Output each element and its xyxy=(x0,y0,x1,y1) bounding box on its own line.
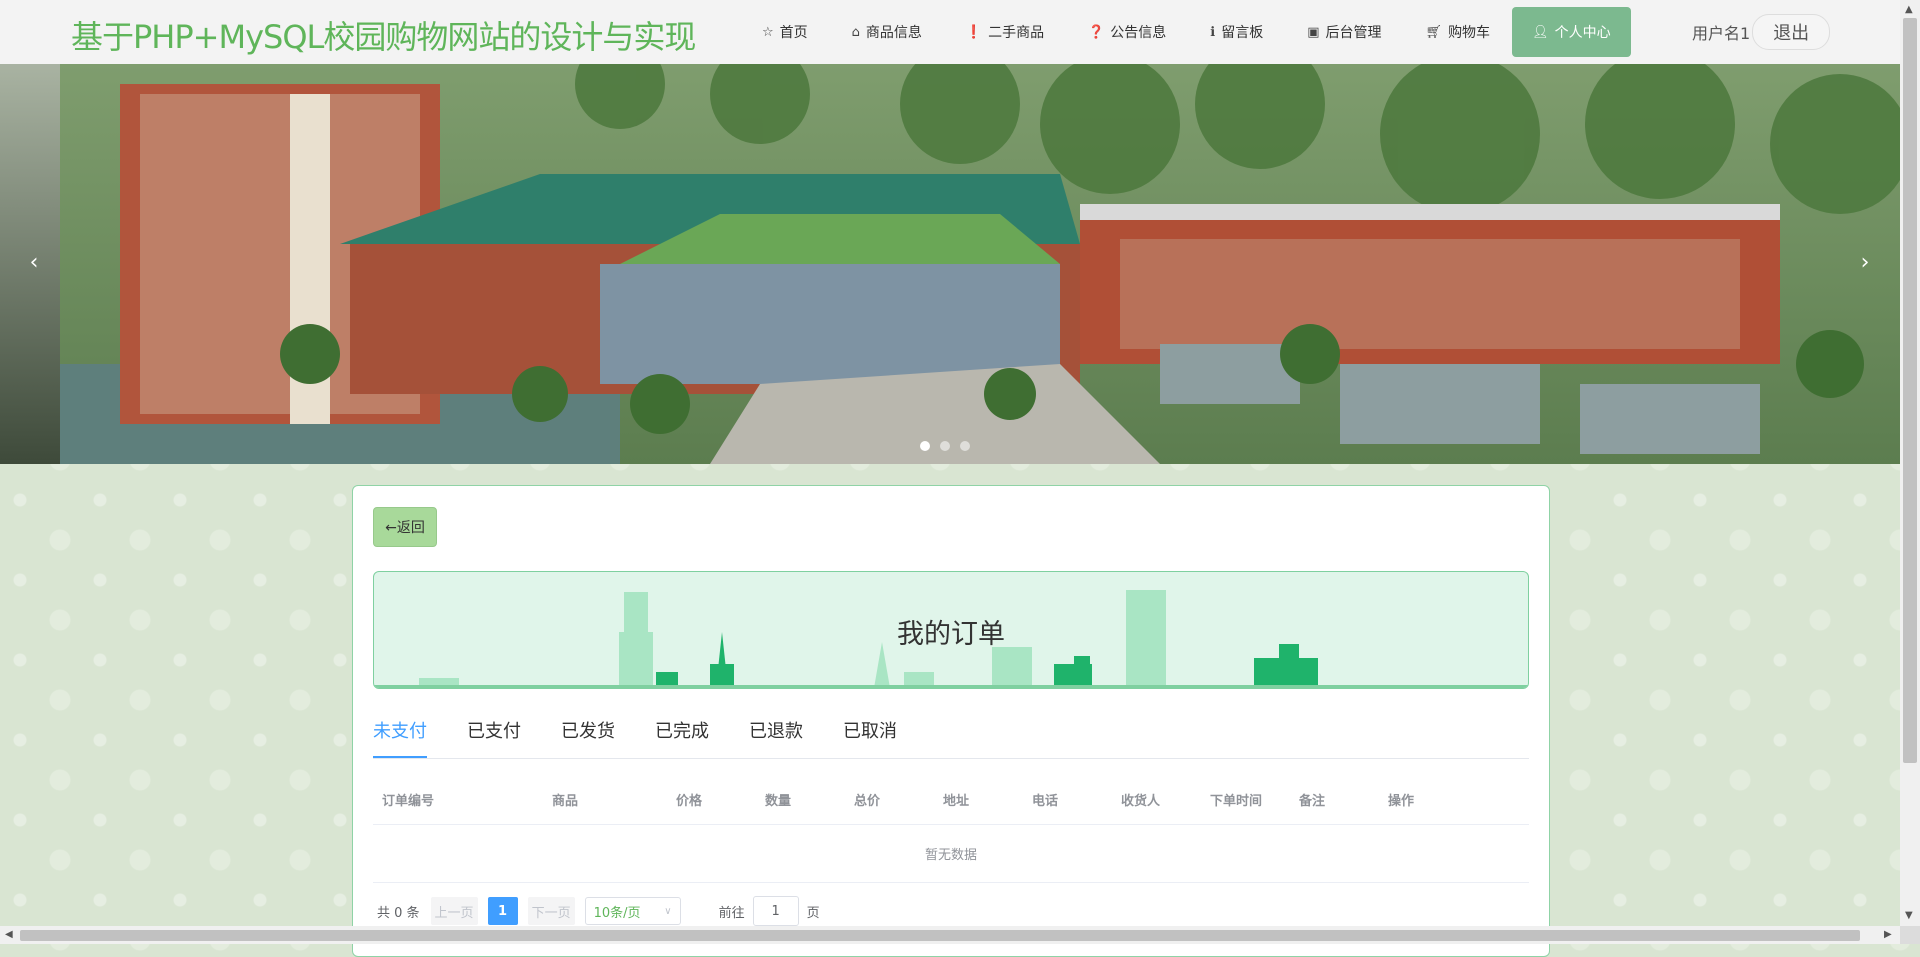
tab-unpaid[interactable]: 未支付 xyxy=(373,718,427,758)
nav-label: 公告信息 xyxy=(1110,25,1167,41)
page-title: 我的订单 xyxy=(897,619,1005,650)
logout-button[interactable]: 退出 xyxy=(1752,14,1831,50)
campus-banner-image xyxy=(60,64,1900,464)
nav-profile[interactable]: 👤︎ 个人中心 xyxy=(1512,7,1631,57)
column-header-remark: 备注 xyxy=(1299,794,1326,809)
tab-paid[interactable]: 已支付 xyxy=(467,718,521,756)
nav-admin[interactable]: ▣ 后台管理 xyxy=(1285,7,1403,57)
nav-label: 商品信息 xyxy=(865,25,922,41)
nav-label: 首页 xyxy=(779,25,808,41)
vertical-scrollbar[interactable]: ▲ ▼ xyxy=(1900,0,1920,926)
nav-notices[interactable]: ❓ 公告信息 xyxy=(1066,7,1188,57)
banner-carousel: ‹ › xyxy=(0,64,1900,464)
vertical-scroll-thumb[interactable] xyxy=(1903,18,1917,763)
nav-products[interactable]: ⌂ 商品信息 xyxy=(830,7,944,57)
user-icon: 👤︎ xyxy=(1532,24,1549,40)
carousel-dot[interactable] xyxy=(940,441,950,451)
carousel-prev-arrow[interactable]: ‹ xyxy=(22,250,46,275)
tab-shipped[interactable]: 已发货 xyxy=(561,718,615,756)
tab-cancelled[interactable]: 已取消 xyxy=(843,718,897,756)
orders-panel: ←返回 我的订单 未支付 已支付 已发货 已完成 已退款 已取消 订单编号 商品… xyxy=(352,485,1550,957)
star-icon: ☆ xyxy=(762,24,774,40)
column-header-receiver: 收货人 xyxy=(1121,794,1161,809)
scrollbar-corner xyxy=(1900,926,1920,944)
scroll-right-icon[interactable]: ▶ xyxy=(1884,929,1892,940)
next-page-button[interactable]: 下一页 xyxy=(527,897,575,925)
column-header-quantity: 数量 xyxy=(765,794,792,809)
page-number[interactable]: 1 xyxy=(487,897,518,925)
column-header-total: 总价 xyxy=(854,794,881,809)
back-button[interactable]: ←返回 xyxy=(373,507,437,547)
scroll-down-icon[interactable]: ▼ xyxy=(1905,910,1913,921)
column-header-order-no: 订单编号 xyxy=(382,794,435,809)
nav-cart[interactable]: 🛒︎ 购物车 xyxy=(1404,7,1513,57)
goto-suffix: 页 xyxy=(806,905,820,921)
nav-label: 二手商品 xyxy=(988,25,1045,41)
nav-label: 购物车 xyxy=(1448,25,1491,41)
column-header-address: 地址 xyxy=(943,794,970,809)
column-header-order-time: 下单时间 xyxy=(1210,794,1263,809)
pagination: 共 0 条 上一页 1 下一页 10条/页 ∨ 前往 1 页 xyxy=(377,896,820,926)
empty-text: 暂无数据 xyxy=(924,848,977,863)
column-header-actions: 操作 xyxy=(1388,794,1415,809)
table-empty-row: 暂无数据 xyxy=(373,824,1529,883)
nav-messages[interactable]: ℹ 留言板 xyxy=(1188,7,1285,57)
order-title-banner: 我的订单 xyxy=(373,571,1529,689)
bag-icon: ⌂ xyxy=(851,24,860,40)
carousel-next-arrow[interactable]: › xyxy=(1853,250,1877,275)
horizontal-scroll-thumb[interactable] xyxy=(20,930,1860,941)
carousel-dot[interactable] xyxy=(960,441,970,451)
top-header: 基于PHP+MySQL校园购物网站的设计与实现 ☆ 首页 ⌂ 商品信息 ❗ 二手商品 … xyxy=(0,0,1900,65)
user-area: 用户名1 退出 xyxy=(1692,14,1831,50)
tab-refunded[interactable]: 已退款 xyxy=(749,718,803,756)
nav-secondhand[interactable]: ❗ 二手商品 xyxy=(944,7,1066,57)
building-icon: ▣ xyxy=(1307,24,1320,40)
nav-label: 后台管理 xyxy=(1325,25,1382,41)
site-title: 基于PHP+MySQL校园购物网站的设计与实现 xyxy=(71,18,696,56)
question-icon: ❓ xyxy=(1088,24,1105,40)
scroll-left-icon[interactable]: ◀ xyxy=(5,929,13,940)
carousel-dot[interactable] xyxy=(920,441,930,451)
goto-page-input[interactable]: 1 xyxy=(752,896,799,926)
info-icon: ℹ xyxy=(1210,24,1216,40)
horizontal-scrollbar[interactable]: ◀ ▶ xyxy=(0,926,1900,944)
nav-label: 留言板 xyxy=(1221,25,1264,41)
table-header: 订单编号 商品 价格 数量 总价 地址 电话 收货人 下单时间 备注 操作 xyxy=(373,772,1529,825)
goto-prefix: 前往 xyxy=(718,905,745,921)
column-header-phone: 电话 xyxy=(1032,794,1059,809)
page-size-select[interactable]: 10条/页 ∨ xyxy=(584,897,681,925)
pagination-total: 共 0 条 xyxy=(377,905,420,921)
prev-page-button[interactable]: 上一页 xyxy=(430,897,478,925)
nav-home[interactable]: ☆ 首页 xyxy=(740,7,830,57)
column-header-product: 商品 xyxy=(552,794,579,809)
tab-completed[interactable]: 已完成 xyxy=(655,718,709,756)
username: 用户名1 xyxy=(1692,24,1751,43)
carousel-indicators xyxy=(920,441,970,451)
main-nav: ☆ 首页 ⌂ 商品信息 ❗ 二手商品 ❓ 公告信息 ℹ 留言板 ▣ 后台管理 🛒︎ 购物车 👤… xyxy=(740,0,1631,64)
chevron-down-icon: ∨ xyxy=(664,905,672,917)
scroll-up-icon[interactable]: ▲ xyxy=(1905,4,1913,15)
column-header-price: 价格 xyxy=(676,794,703,809)
nav-label: 个人中心 xyxy=(1554,25,1611,41)
alert-icon: ❗ xyxy=(965,24,983,40)
page-size-value: 10条/页 xyxy=(593,905,641,921)
cart-icon: 🛒︎ xyxy=(1425,24,1443,40)
order-status-tabs: 未支付 已支付 已发货 已完成 已退款 已取消 xyxy=(373,718,1529,759)
